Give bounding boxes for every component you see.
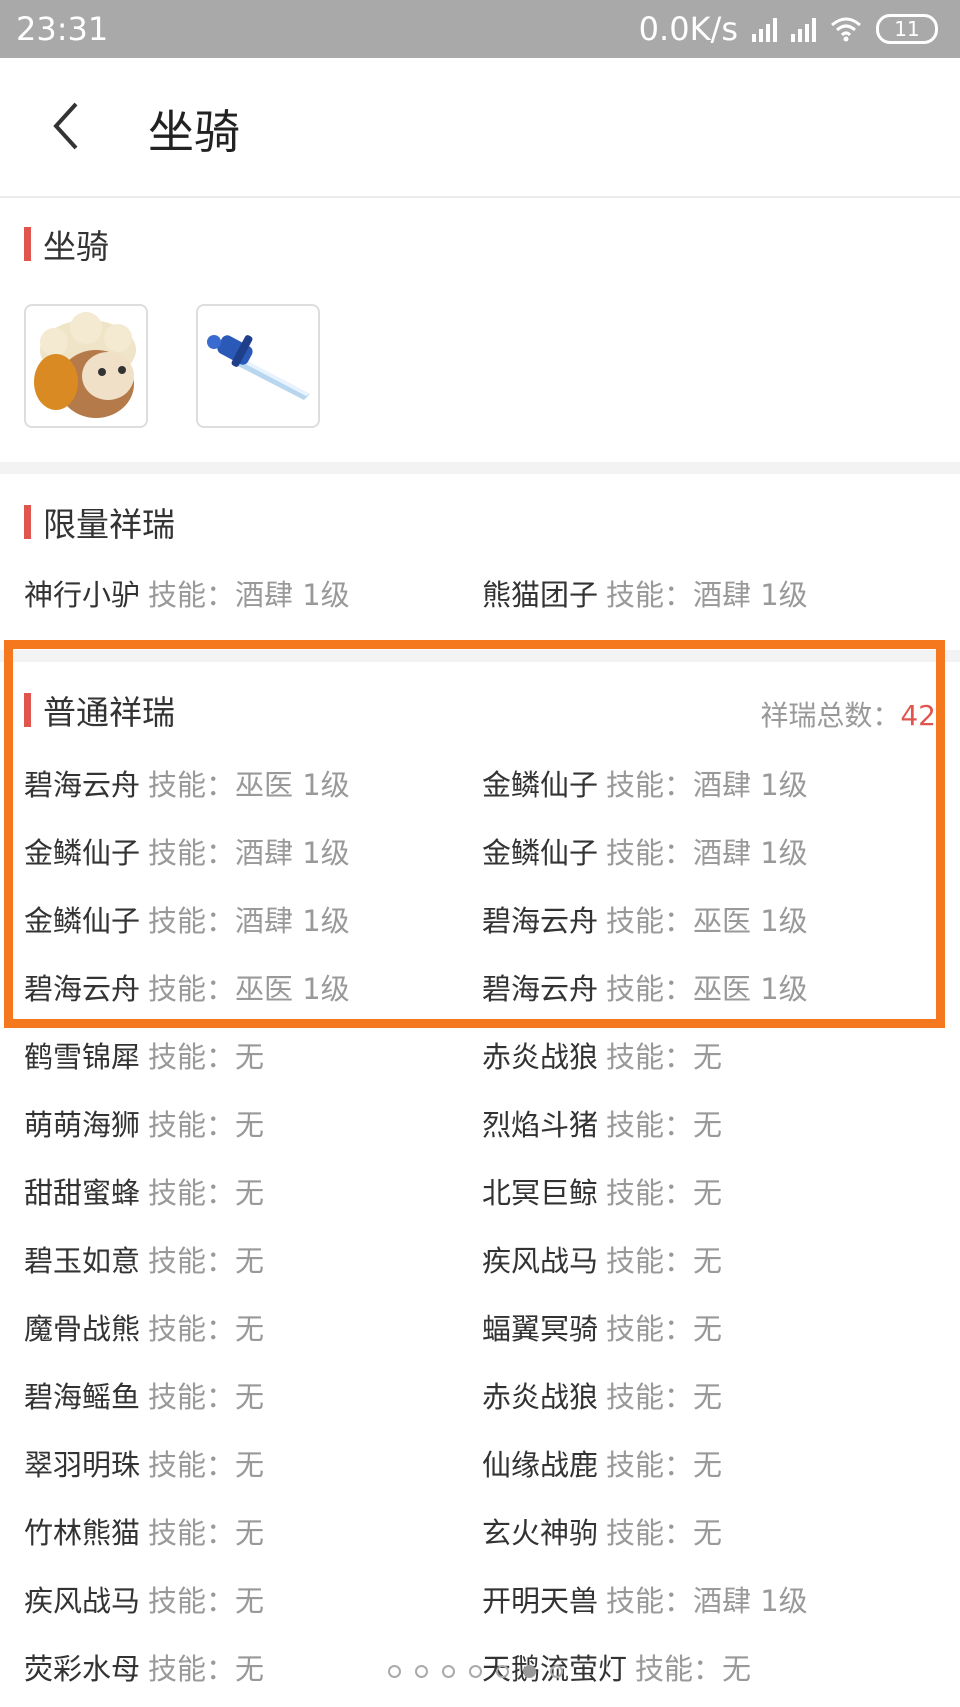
- list-item[interactable]: 碧玉如意 技能：无: [24, 1238, 264, 1280]
- back-arrow-icon[interactable]: [44, 98, 94, 154]
- list-item[interactable]: 赤炎战狼 技能：无: [482, 1374, 722, 1416]
- section-marker: [24, 227, 31, 261]
- mount-thumbnail-sheep[interactable]: [24, 304, 148, 428]
- list-row: 疾风战马 技能：无 开明天兽 技能：酒肆 1级: [0, 1578, 960, 1628]
- list-item[interactable]: 魔骨战熊 技能：无: [24, 1306, 264, 1348]
- list-item[interactable]: 疾风战马 技能：无: [482, 1238, 722, 1280]
- mount-thumbnail-sword[interactable]: [196, 304, 320, 428]
- list-item[interactable]: 仙缘战鹿 技能：无: [482, 1442, 722, 1484]
- list-item[interactable]: 疾风战马 技能：无: [24, 1578, 264, 1620]
- section-marker: [24, 505, 31, 539]
- battery-icon: 11: [876, 14, 938, 44]
- status-bar: 23:31 0.0K/s 11: [0, 0, 960, 58]
- list-item[interactable]: 赤炎战狼 技能：无: [482, 1034, 722, 1076]
- network-speed: 0.0K/s: [638, 10, 738, 48]
- list-row: 鹤雪锦犀 技能：无 赤炎战狼 技能：无: [0, 1034, 960, 1084]
- status-time: 23:31: [16, 10, 109, 48]
- list-item[interactable]: 翠羽明珠 技能：无: [24, 1442, 264, 1484]
- nav-bar: 坐骑: [0, 58, 960, 198]
- sword-mount-icon: [207, 335, 310, 400]
- section-title: 限量祥瑞: [43, 505, 175, 544]
- signal-icon: [791, 16, 816, 42]
- section-title: 坐骑: [43, 227, 109, 266]
- list-item[interactable]: 烈焰斗猪 技能：无: [482, 1102, 722, 1144]
- list-item[interactable]: 熊猫团子 技能：酒肆 1级: [482, 572, 808, 614]
- wifi-icon: [831, 17, 861, 42]
- page-dot-active[interactable]: [523, 1665, 536, 1678]
- page-indicator: [388, 1665, 563, 1678]
- list-item[interactable]: 鹤雪锦犀 技能：无: [24, 1034, 264, 1076]
- sheep-mount-icon: [34, 312, 136, 418]
- list-item[interactable]: 北冥巨鲸 技能：无: [482, 1170, 722, 1212]
- page-dot[interactable]: [469, 1665, 482, 1678]
- page-dot[interactable]: [415, 1665, 428, 1678]
- section-divider: [0, 462, 960, 474]
- list-row: 竹林熊猫 技能：无 玄火神驹 技能：无: [0, 1510, 960, 1560]
- page-dot[interactable]: [388, 1665, 401, 1678]
- list-item[interactable]: 萌萌海狮 技能：无: [24, 1102, 264, 1144]
- signal-icon: [752, 16, 777, 42]
- page-dot[interactable]: [442, 1665, 455, 1678]
- list-item[interactable]: 玄火神驹 技能：无: [482, 1510, 722, 1552]
- list-row: 萌萌海狮 技能：无 烈焰斗猪 技能：无: [0, 1102, 960, 1152]
- list-row: 甜甜蜜蜂 技能：无 北冥巨鲸 技能：无: [0, 1170, 960, 1220]
- list-row: 魔骨战熊 技能：无 蝠翼冥骑 技能：无: [0, 1306, 960, 1356]
- list-item[interactable]: 开明天兽 技能：酒肆 1级: [482, 1578, 808, 1620]
- list-item[interactable]: 蝠翼冥骑 技能：无: [482, 1306, 722, 1348]
- page-dot[interactable]: [496, 1665, 509, 1678]
- list-item[interactable]: 荧彩水母 技能：无: [24, 1646, 264, 1688]
- list-row: 翠羽明珠 技能：无 仙缘战鹿 技能：无: [0, 1442, 960, 1492]
- list-item[interactable]: 碧海鳐鱼 技能：无: [24, 1374, 264, 1416]
- list-row: 碧海鳐鱼 技能：无 赤炎战狼 技能：无: [0, 1374, 960, 1424]
- list-item[interactable]: 神行小驴 技能：酒肆 1级: [24, 572, 350, 614]
- list-item[interactable]: 甜甜蜜蜂 技能：无: [24, 1170, 264, 1212]
- page-dot[interactable]: [550, 1665, 563, 1678]
- limited-section-header: 限量祥瑞: [24, 502, 175, 544]
- list-item[interactable]: 竹林熊猫 技能：无: [24, 1510, 264, 1552]
- list-row: 神行小驴 技能：酒肆 1级 熊猫团子 技能：酒肆 1级: [0, 572, 960, 622]
- highlight-box: [4, 640, 945, 1028]
- page-title: 坐骑: [148, 105, 240, 159]
- list-row: 碧玉如意 技能：无 疾风战马 技能：无: [0, 1238, 960, 1288]
